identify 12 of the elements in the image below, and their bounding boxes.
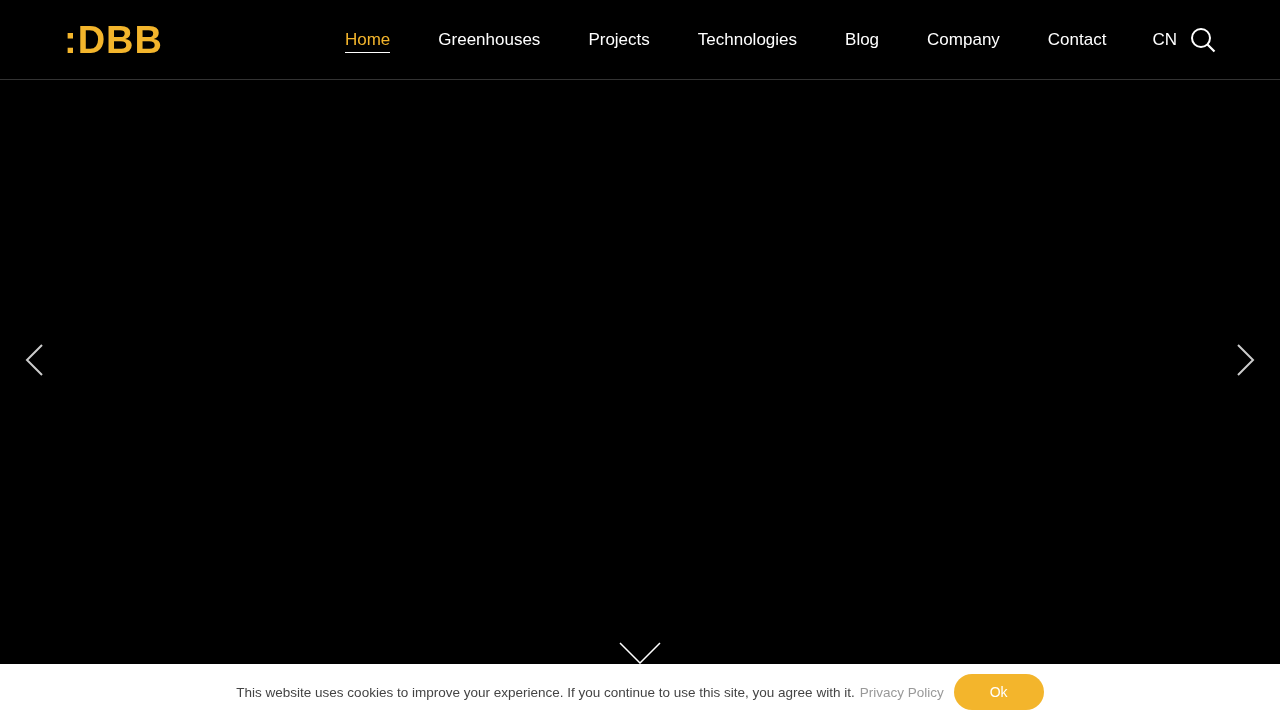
nav-link[interactable]: Contact <box>1047 26 1107 53</box>
nav-link[interactable]: Greenhouses <box>438 26 541 53</box>
nav-link[interactable]: Projects <box>588 26 650 53</box>
language-link[interactable]: CN <box>1152 29 1177 50</box>
nav-link[interactable]: Technologies <box>697 26 798 53</box>
nav-link[interactable]: Blog <box>845 26 880 53</box>
nav-link[interactable]: Company <box>927 26 1000 53</box>
cookie-message: This website uses cookies to improve your experience. If you continue to use this site, you agree with it. <box>236 684 855 700</box>
logo[interactable]: :DBB <box>64 20 163 59</box>
nav-link[interactable]: Home <box>344 26 391 53</box>
search-icon[interactable] <box>1190 26 1216 53</box>
scroll-down-icon[interactable] <box>619 642 661 664</box>
